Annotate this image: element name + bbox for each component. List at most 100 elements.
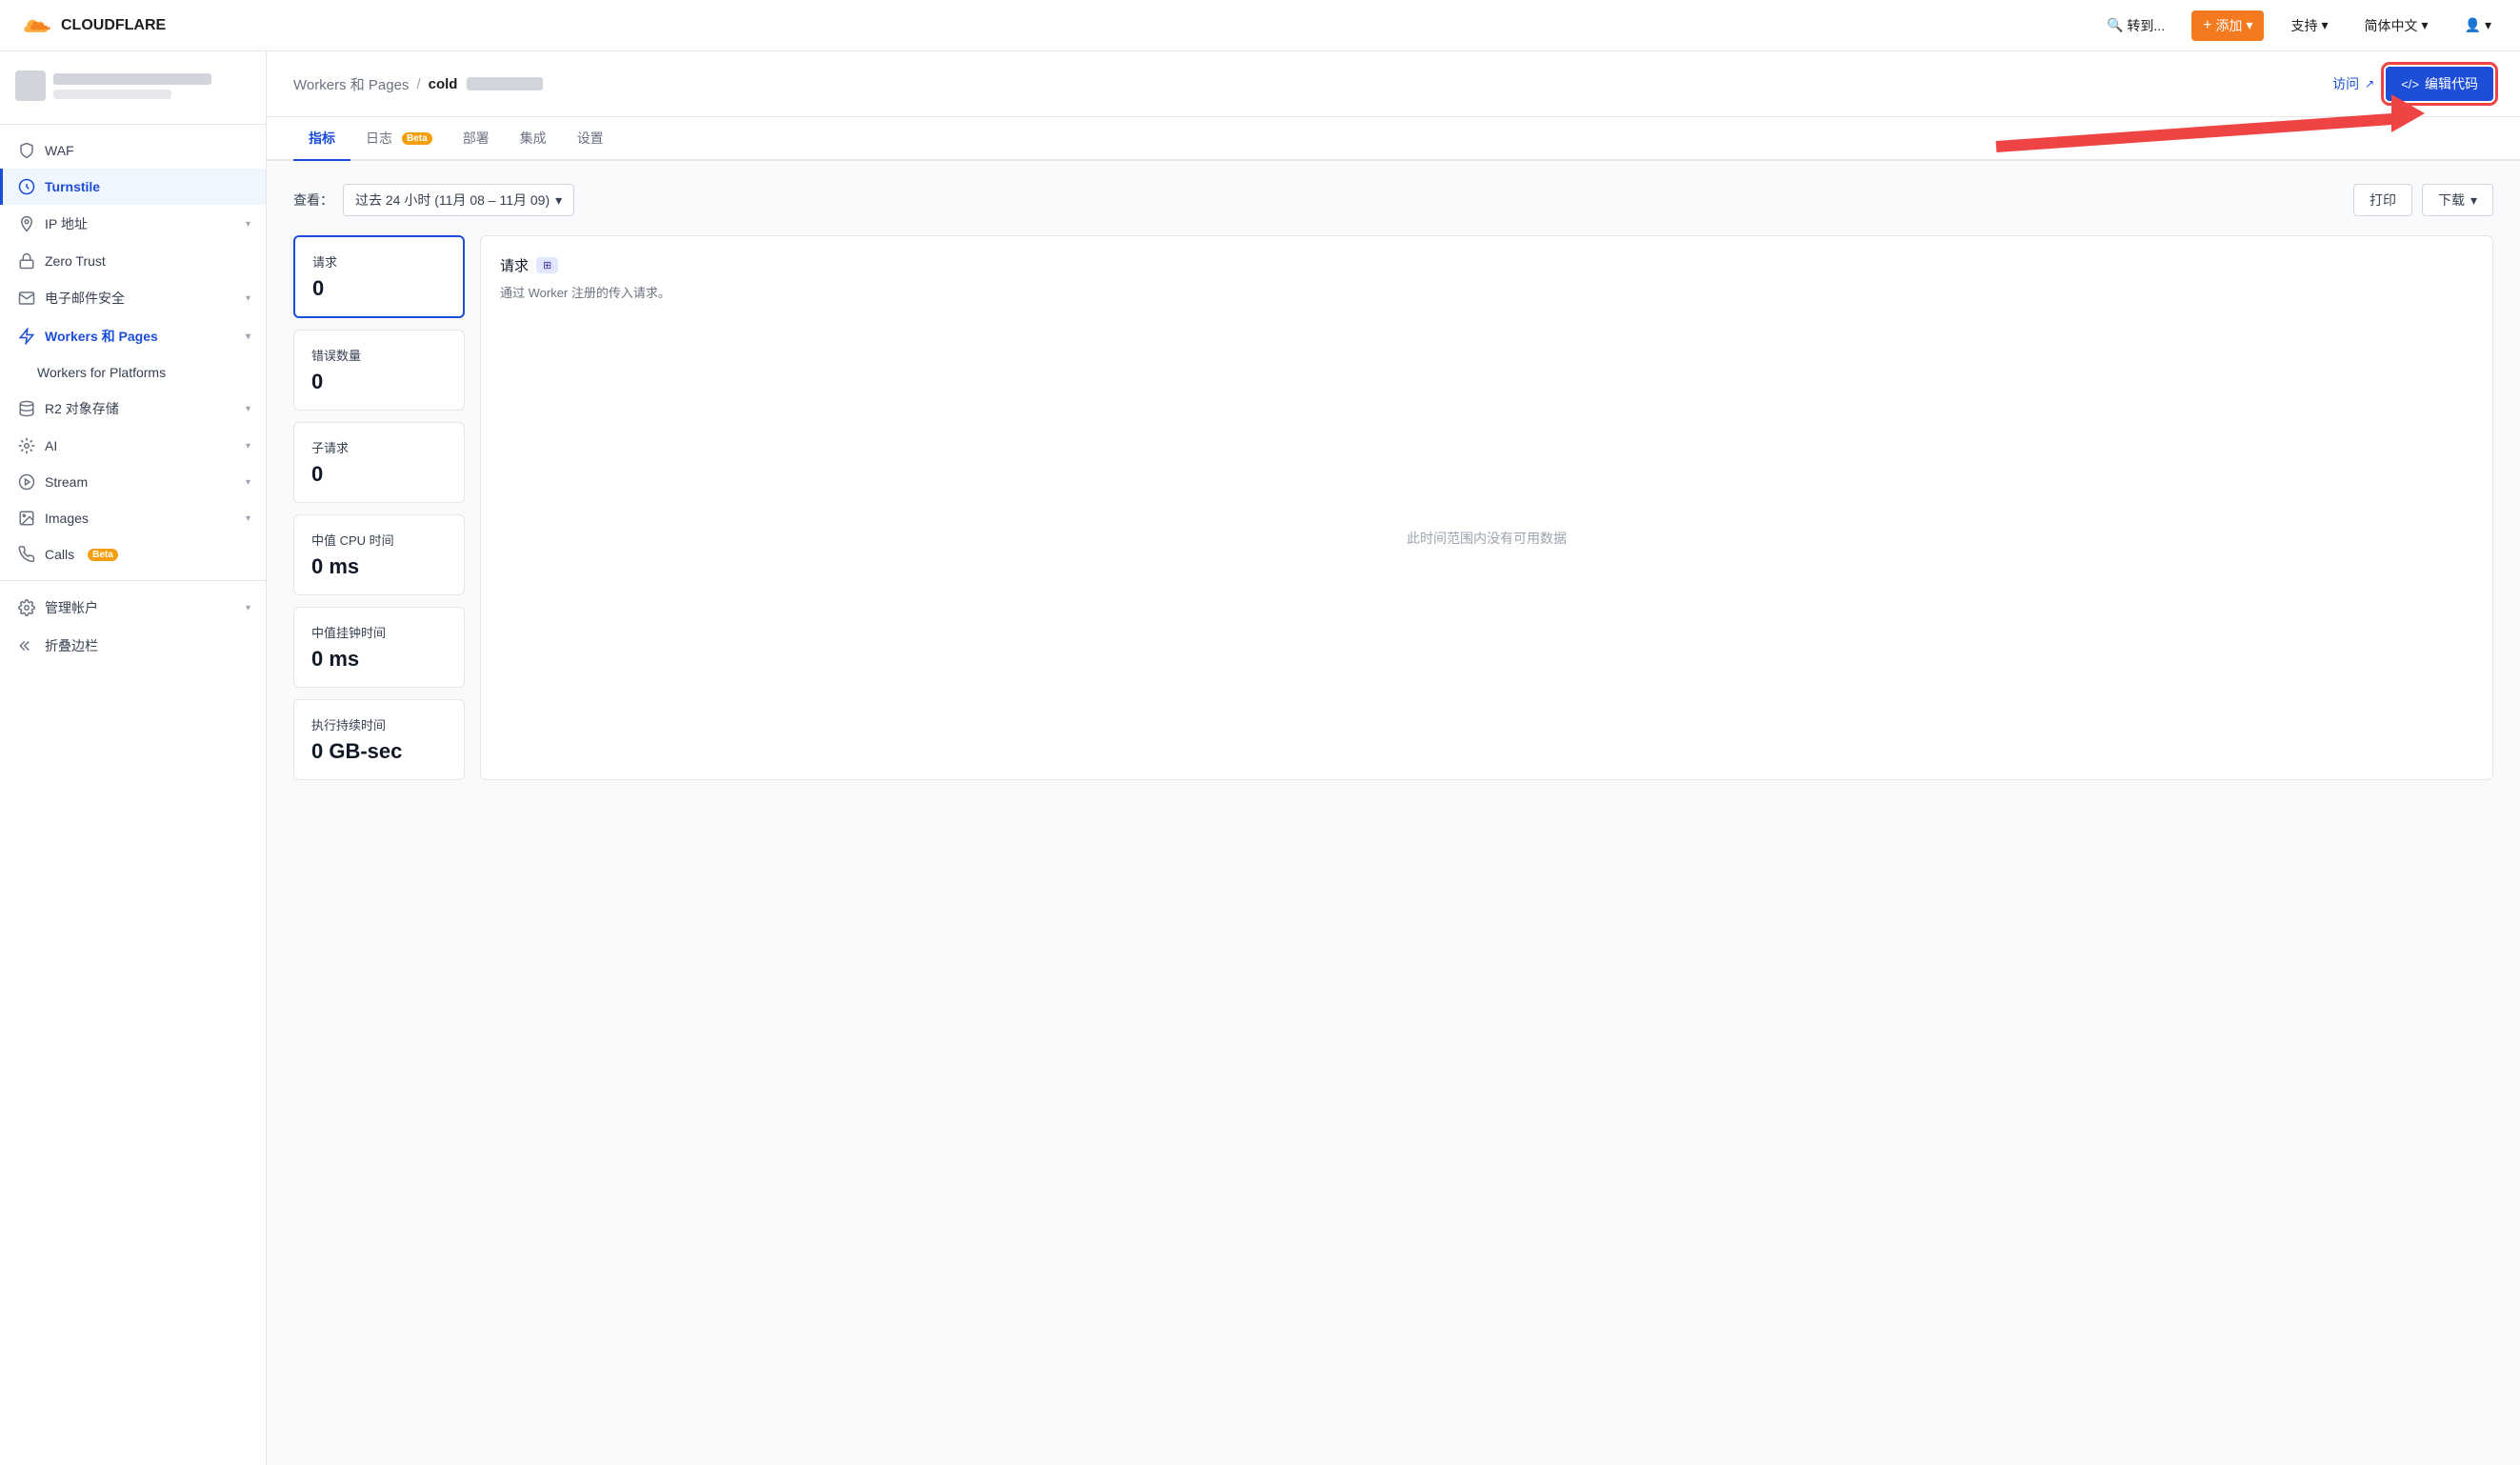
breadcrumb-masked — [467, 77, 543, 90]
sidebar-item-label-manage: 管理帐户 — [45, 598, 98, 617]
support-button[interactable]: 支持 ▾ — [2281, 10, 2337, 41]
tab-settings[interactable]: 设置 — [562, 117, 619, 161]
account-name-placeholder — [53, 73, 211, 85]
sidebar-item-calls[interactable]: Calls Beta — [0, 536, 266, 572]
print-button[interactable]: 打印 — [2353, 184, 2412, 216]
metrics-grid: 请求 0 错误数量 0 子请求 0 中值 CPU 时间 0 ms — [293, 235, 2493, 780]
language-button[interactable]: 简体中文 ▾ — [2355, 10, 2438, 41]
sidebar-item-zero-trust[interactable]: Zero Trust — [0, 243, 266, 279]
sidebar-item-workers-pages[interactable]: Workers 和 Pages ▾ — [0, 317, 266, 355]
sidebar-item-workers-platforms[interactable]: Workers for Platforms — [0, 355, 266, 390]
tab-deploy[interactable]: 部署 — [448, 117, 505, 161]
email-icon — [18, 290, 35, 307]
page-header: Workers 和 Pages / cold 访问 ↗ </> 编辑代码 — [267, 51, 2520, 117]
tab-integrate[interactable]: 集成 — [505, 117, 562, 161]
chart-badge: ⊞ — [536, 257, 558, 273]
sidebar-divider — [0, 124, 266, 125]
ai-icon — [18, 437, 35, 454]
visit-button[interactable]: 访问 ↗ — [2332, 74, 2374, 93]
sidebar-item-label-zt: Zero Trust — [45, 253, 106, 269]
metric-value-wall: 0 ms — [311, 647, 447, 672]
metric-card-errors[interactable]: 错误数量 0 — [293, 330, 465, 411]
chevron-down-icon: ▾ — [246, 331, 250, 342]
sidebar-item-label-turnstile: Turnstile — [45, 179, 100, 194]
add-button[interactable]: + 添加 ▾ — [2191, 10, 2264, 41]
sidebar-avatar-row — [0, 63, 266, 116]
sidebar-item-r2[interactable]: R2 对象存储 ▾ — [0, 390, 266, 428]
breadcrumb-parent[interactable]: Workers 和 Pages — [293, 74, 409, 94]
sidebar: WAF Turnstile IP 地址 ▾ Zero Trust — [0, 51, 267, 1465]
filter-right: 打印 下载 ▾ — [2353, 184, 2493, 216]
search-icon: 🔍 — [2107, 17, 2123, 33]
main-content: Workers 和 Pages / cold 访问 ↗ </> 编辑代码 指标 — [267, 51, 2520, 1465]
cloudflare-logo-icon — [19, 14, 53, 37]
print-label: 打印 — [2370, 191, 2396, 210]
chevron-right-icon: ▾ — [246, 513, 250, 524]
chevron-down-icon: ▾ — [2246, 17, 2252, 33]
sidebar-item-stream[interactable]: Stream ▾ — [0, 464, 266, 500]
sidebar-item-label-images: Images — [45, 511, 89, 526]
breadcrumb-current: cold — [429, 76, 458, 92]
metric-card-wall-time[interactable]: 中值挂钟时间 0 ms — [293, 607, 465, 688]
sidebar-item-label-stream: Stream — [45, 474, 88, 490]
workers-icon — [18, 328, 35, 345]
location-icon — [18, 215, 35, 232]
visit-label: 访问 — [2332, 74, 2359, 93]
chart-title: 请求 — [500, 255, 529, 275]
chevron-down-icon: ▾ — [2470, 192, 2477, 209]
logo[interactable]: CLOUDFLARE — [19, 14, 166, 37]
chevron-right-icon: ▾ — [246, 441, 250, 452]
download-label: 下载 — [2438, 191, 2465, 210]
filter-row: 查看： 过去 24 小时 (11月 08 – 11月 09) ▾ 打印 下载 ▾ — [293, 184, 2493, 216]
stream-icon — [18, 473, 35, 491]
tab-logs[interactable]: 日志 Beta — [350, 117, 448, 161]
sidebar-item-label-email: 电子邮件安全 — [45, 289, 125, 308]
sidebar-item-label-calls: Calls — [45, 547, 74, 562]
sidebar-item-ai[interactable]: AI ▾ — [0, 428, 266, 464]
metrics-cards-list: 请求 0 错误数量 0 子请求 0 中值 CPU 时间 0 ms — [293, 235, 465, 780]
collapse-icon — [18, 637, 35, 654]
metric-value-errors: 0 — [311, 370, 447, 394]
chevron-down-icon: ▾ — [2485, 17, 2491, 33]
edit-code-button[interactable]: </> 编辑代码 — [2386, 67, 2493, 101]
r2-icon — [18, 400, 35, 417]
metric-card-cpu-time[interactable]: 中值 CPU 时间 0 ms — [293, 514, 465, 595]
layout: WAF Turnstile IP 地址 ▾ Zero Trust — [0, 51, 2520, 1465]
tab-logs-label: 日志 — [366, 129, 392, 148]
metric-name-cpu: 中值 CPU 时间 — [311, 531, 447, 549]
download-button[interactable]: 下载 ▾ — [2422, 184, 2493, 216]
avatar — [15, 70, 46, 101]
topnav: CLOUDFLARE 🔍 转到... + 添加 ▾ 支持 ▾ 简体中文 ▾ 👤 … — [0, 0, 2520, 51]
sidebar-item-manage-account[interactable]: 管理帐户 ▾ — [0, 589, 266, 627]
chevron-right-icon: ▾ — [246, 293, 250, 304]
account-sub-placeholder — [53, 90, 171, 99]
beta-badge-logs: Beta — [402, 132, 432, 145]
code-icon: </> — [2401, 77, 2419, 91]
metric-card-subrequests[interactable]: 子请求 0 — [293, 422, 465, 503]
tab-metrics[interactable]: 指标 — [293, 117, 350, 161]
chevron-right-icon: ▾ — [246, 603, 250, 613]
sidebar-item-ip-address[interactable]: IP 地址 ▾ — [0, 205, 266, 243]
sidebar-item-label-ip: IP 地址 — [45, 214, 88, 233]
tab-deploy-label: 部署 — [463, 129, 490, 148]
external-link-icon: ↗ — [2365, 77, 2374, 90]
metric-name-requests: 请求 — [312, 252, 446, 271]
sidebar-item-collapse[interactable]: 折叠边栏 — [0, 627, 266, 665]
metric-name-subrequests: 子请求 — [311, 438, 447, 456]
metric-value-requests: 0 — [312, 276, 446, 301]
breadcrumb: Workers 和 Pages / cold — [293, 74, 543, 94]
sidebar-item-email-security[interactable]: 电子邮件安全 ▾ — [0, 279, 266, 317]
metric-card-requests[interactable]: 请求 0 — [293, 235, 465, 318]
search-button[interactable]: 🔍 转到... — [2097, 10, 2174, 41]
time-range-select[interactable]: 过去 24 小时 (11月 08 – 11月 09) ▾ — [343, 184, 574, 216]
topnav-left: CLOUDFLARE — [19, 14, 166, 37]
sidebar-item-images[interactable]: Images ▾ — [0, 500, 266, 536]
images-icon — [18, 510, 35, 527]
sidebar-item-turnstile[interactable]: Turnstile — [0, 169, 266, 205]
sidebar-item-label-ai: AI — [45, 438, 57, 453]
sidebar-item-waf[interactable]: WAF — [0, 132, 266, 169]
user-button[interactable]: 👤 ▾ — [2455, 11, 2501, 39]
metric-card-duration[interactable]: 执行持续时间 0 GB-sec — [293, 699, 465, 780]
logo-text: CLOUDFLARE — [61, 17, 166, 34]
filter-label: 查看： — [293, 191, 333, 210]
